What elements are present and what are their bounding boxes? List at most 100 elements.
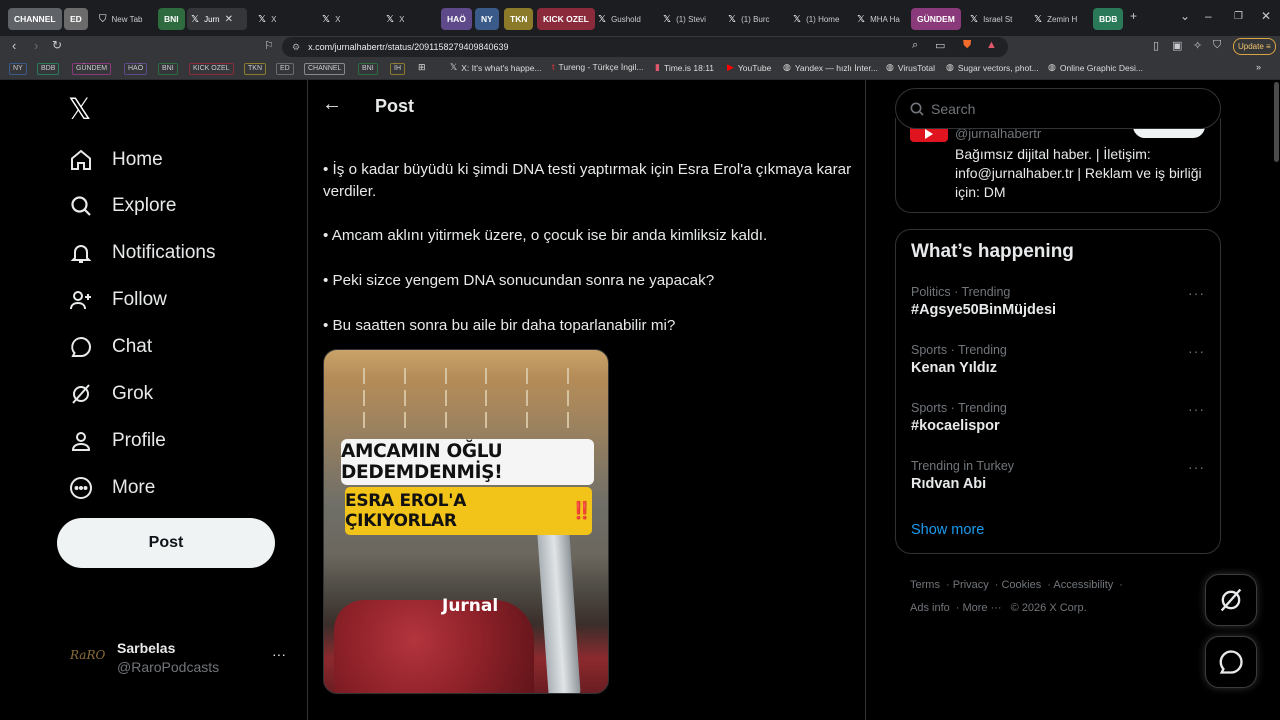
- reload-icon[interactable]: ↻: [52, 38, 62, 52]
- restore-icon[interactable]: ❐: [1234, 11, 1243, 22]
- minimize-icon[interactable]: –: [1205, 9, 1212, 23]
- profile-summary-card[interactable]: @jurnalhabertr Bağımsız dijital haber. |…: [895, 118, 1221, 213]
- tab-x-1[interactable]: 𝕏X: [254, 8, 314, 30]
- cast-icon[interactable]: ▭: [935, 39, 945, 52]
- tab-group-bdb[interactable]: BDB: [1093, 8, 1124, 30]
- bookmark-group-bni[interactable]: BNI: [158, 63, 178, 75]
- trend-more-icon[interactable]: ···: [1188, 285, 1205, 301]
- back-arrow-icon[interactable]: ←: [322, 93, 342, 116]
- site-info-icon[interactable]: ⚙: [292, 42, 300, 53]
- sidebar-item-home[interactable]: Home: [68, 142, 163, 178]
- trend-item[interactable]: Politics · Trending #Agsye50BinMüjdesi ·…: [911, 285, 1211, 329]
- sidebar-item-follow[interactable]: Follow: [68, 282, 167, 318]
- footer-accessibility-link[interactable]: Accessibility: [1053, 579, 1113, 591]
- bookmark-group-tkn[interactable]: TKN: [244, 63, 266, 75]
- bookmark-virustotal[interactable]: ◍ VirusTotal: [886, 62, 935, 73]
- leo-ai-icon[interactable]: ✧: [1193, 39, 1202, 52]
- page-scrollbar[interactable]: [1274, 82, 1279, 162]
- footer-privacy-link[interactable]: Privacy: [953, 579, 989, 591]
- bookmark-group-hao[interactable]: HAÖ: [124, 63, 148, 75]
- tab-gushold[interactable]: 𝕏 Gushold: [594, 8, 654, 30]
- bookmark-sugar[interactable]: ◍ Sugar vectors, phot...: [946, 62, 1039, 73]
- sidebar-item-more[interactable]: More: [68, 470, 155, 506]
- trend-name: #Agsye50BinMüjdesi: [911, 302, 1057, 318]
- tab-group-gundem[interactable]: GÜNDEM: [911, 8, 961, 30]
- tab-jurnal-active[interactable]: 𝕏 Jurn ✕: [187, 8, 247, 30]
- sidebar-item-notifications[interactable]: Notifications: [68, 235, 216, 271]
- bookmark-group-bdb[interactable]: BDB: [37, 63, 60, 75]
- window-close-icon[interactable]: ✕: [1261, 9, 1271, 23]
- tab-group-bni[interactable]: BNI: [158, 8, 185, 30]
- tab-group-tkn[interactable]: TKN: [504, 8, 534, 30]
- tab-group-kick-ozel[interactable]: KICK OZEL: [537, 8, 595, 30]
- back-nav-icon[interactable]: ‹: [12, 38, 16, 53]
- trend-more-icon[interactable]: ···: [1188, 459, 1205, 475]
- search-input[interactable]: Search: [895, 88, 1221, 129]
- sidebar-item-chat[interactable]: Chat: [68, 329, 152, 365]
- bookmark-yandex[interactable]: ◍ Yandex — hızlı İnter...: [783, 62, 878, 73]
- tab-group-hao[interactable]: HAÖ: [441, 8, 472, 30]
- search-placeholder: Search: [931, 100, 976, 117]
- sidebar-item-explore[interactable]: Explore: [68, 188, 176, 224]
- account-menu-icon[interactable]: ···: [272, 646, 286, 662]
- bookmark-youtube[interactable]: ▶ YouTube: [727, 62, 771, 73]
- address-bar[interactable]: ⚙ x.com/jurnalhabertr/status/20911582794…: [282, 37, 1008, 57]
- tab-burc[interactable]: 𝕏 (1) Burc: [724, 8, 784, 30]
- forward-nav-icon[interactable]: ›: [34, 38, 38, 53]
- bookmark-group-ih[interactable]: İH: [390, 63, 405, 75]
- grok-floating-button[interactable]: [1205, 574, 1257, 626]
- bookmark-group-bni-2[interactable]: BNI: [358, 63, 378, 75]
- bookmarks-overflow-icon[interactable]: »: [1256, 62, 1265, 72]
- tab-israel[interactable]: 𝕏 Israel St: [966, 8, 1026, 30]
- post-video-thumbnail[interactable]: AMCAMIN OĞLU DEDEMDENMİŞ! ESRA EROL'A ÇI…: [323, 349, 609, 694]
- trend-more-icon[interactable]: ···: [1188, 343, 1205, 359]
- tab-home[interactable]: 𝕏 (1) Home: [789, 8, 849, 30]
- tab-stevi[interactable]: 𝕏 (1) Stevi: [659, 8, 719, 30]
- sidebar-item-grok[interactable]: Grok: [68, 376, 153, 412]
- bookmark-icon[interactable]: ⚐: [264, 39, 274, 52]
- sidebar-item-profile[interactable]: Profile: [68, 423, 166, 459]
- bookmark-tureng[interactable]: t Tureng - Türkçe İngil...: [552, 62, 644, 72]
- new-tab-icon[interactable]: +: [1130, 9, 1137, 23]
- tab-group-ed[interactable]: ED: [64, 8, 88, 30]
- apps-grid-icon[interactable]: ⊞: [418, 62, 430, 73]
- vpn-shield-icon[interactable]: ⛉: [1213, 39, 1221, 52]
- footer-ads-link[interactable]: Ads info: [910, 602, 950, 614]
- trend-item[interactable]: Trending in Turkey Rıdvan Abi ···: [911, 459, 1211, 503]
- zoom-icon[interactable]: ⌕: [912, 39, 918, 52]
- wallet-icon[interactable]: ▣: [1172, 39, 1182, 52]
- bookmarks-bar: NY BDB GÜNDEM HAÖ BNI KICK OZEL TKN ED C…: [0, 58, 1280, 80]
- trend-item[interactable]: Sports · Trending Kenan Yıldız ···: [911, 343, 1211, 387]
- tab-x-3[interactable]: 𝕏X: [382, 8, 438, 30]
- tab-group-channel[interactable]: CHANNEL: [8, 8, 62, 30]
- bookmark-online-graphic[interactable]: ◍ Online Graphic Desi...: [1048, 62, 1143, 73]
- trend-item[interactable]: Sports · Trending #kocaelispor ···: [911, 401, 1211, 445]
- x-logo-icon[interactable]: 𝕏: [68, 92, 91, 126]
- bookmark-x[interactable]: 𝕏 X: It's what's happe...: [450, 62, 542, 73]
- close-icon[interactable]: ✕: [225, 14, 233, 25]
- bookmark-group-kick-ozel[interactable]: KICK OZEL: [189, 63, 234, 75]
- tab-mha[interactable]: 𝕏 MHA Ha: [853, 8, 909, 30]
- bookmark-group-ny[interactable]: NY: [9, 63, 27, 75]
- brave-rewards-icon[interactable]: ▲: [986, 39, 997, 51]
- trend-more-icon[interactable]: ···: [1188, 401, 1205, 417]
- tab-zemin[interactable]: 𝕏 Zemin H: [1030, 8, 1090, 30]
- tab-x-2[interactable]: 𝕏X: [318, 8, 378, 30]
- messages-floating-button[interactable]: [1205, 636, 1257, 688]
- tab-new-tab[interactable]: ⛉ New Tab: [95, 8, 155, 30]
- footer-cookies-link[interactable]: Cookies: [1001, 579, 1041, 591]
- bookmark-group-gundem[interactable]: GÜNDEM: [72, 63, 112, 75]
- bookmark-timeis[interactable]: ▮ Time.is 18:11: [655, 62, 714, 73]
- post-button[interactable]: Post: [57, 518, 275, 568]
- tab-group-ny[interactable]: NY: [475, 8, 499, 30]
- brave-shield-icon[interactable]: ⛊: [963, 39, 971, 52]
- account-switcher[interactable]: RaRO Sarbelas @RaroPodcasts ···: [70, 636, 290, 680]
- footer-more-link[interactable]: More ···: [962, 602, 1001, 614]
- update-button[interactable]: Update ≡: [1233, 38, 1276, 55]
- bookmark-group-ed[interactable]: ED: [276, 63, 294, 75]
- bookmark-group-channel[interactable]: CHANNEL: [304, 63, 346, 75]
- tab-list-chevron-icon[interactable]: ⌄: [1180, 9, 1190, 23]
- show-more-link[interactable]: Show more: [911, 522, 984, 538]
- footer-terms-link[interactable]: Terms: [910, 579, 940, 591]
- sidebar-toggle-icon[interactable]: ▯: [1153, 39, 1159, 52]
